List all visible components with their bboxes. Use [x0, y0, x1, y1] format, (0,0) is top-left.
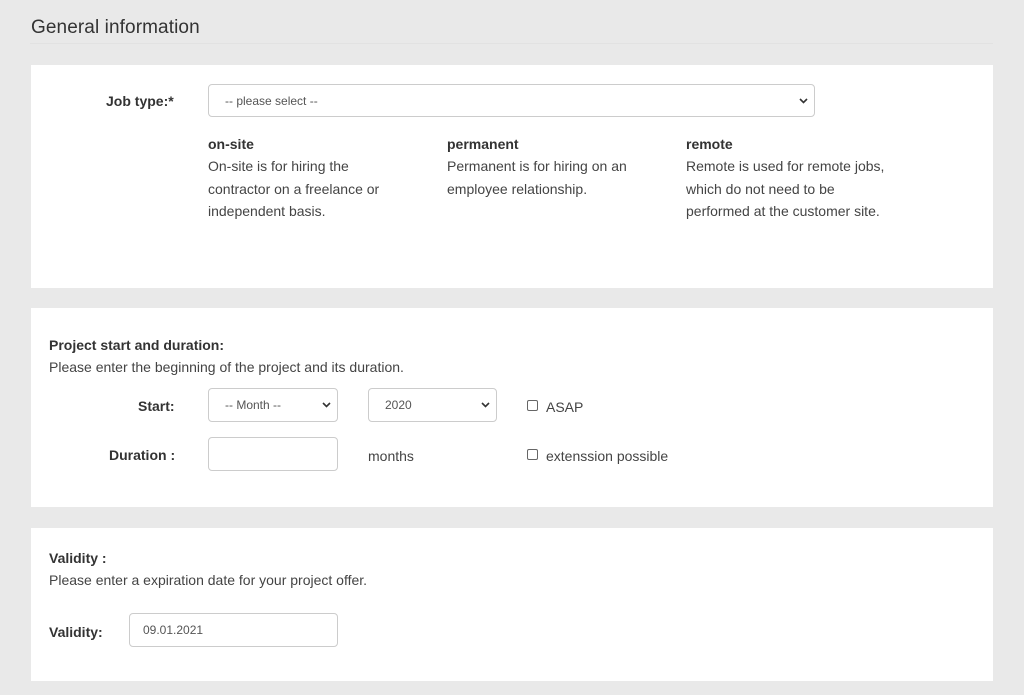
option-description: Remote is used for remote jobs, which do…	[686, 158, 885, 219]
duration-unit: months	[368, 448, 414, 464]
page-title: General information	[31, 17, 200, 38]
duration-input[interactable]	[208, 437, 338, 471]
job-type-option-onsite: on-site On-site is for hiring the contra…	[208, 133, 408, 223]
job-type-select[interactable]: -- please select --	[208, 84, 815, 117]
chevron-down-icon	[792, 85, 814, 116]
job-type-option-remote: remote Remote is used for remote jobs, w…	[686, 133, 891, 223]
option-title: permanent	[447, 136, 519, 152]
validity-heading: Validity :	[49, 550, 107, 566]
start-year-select[interactable]: 2020	[368, 388, 497, 422]
title-divider	[30, 43, 993, 44]
asap-checkbox[interactable]	[527, 400, 538, 411]
option-title: on-site	[208, 136, 254, 152]
validity-date-input[interactable]: 09.01.2021	[129, 613, 338, 647]
start-month-value: -- Month --	[225, 398, 282, 412]
extension-label: extenssion possible	[546, 448, 669, 464]
chevron-down-icon	[315, 389, 337, 421]
start-month-select[interactable]: -- Month --	[208, 388, 338, 422]
validity-label: Validity:	[49, 624, 103, 640]
option-description: On-site is for hiring the contractor on …	[208, 158, 380, 219]
job-type-option-permanent: permanent Permanent is for hiring on an …	[447, 133, 652, 200]
validity-date-value: 09.01.2021	[143, 623, 204, 637]
validity-help-text: Please enter a expiration date for your …	[49, 572, 368, 588]
option-description: Permanent is for hiring on an employee r…	[447, 158, 627, 197]
job-type-select-value: -- please select --	[225, 93, 318, 108]
duration-label: Duration :	[109, 447, 176, 463]
project-heading: Project start and duration:	[49, 337, 225, 353]
job-type-label: Job type:*	[106, 93, 174, 109]
project-help-text: Please enter the beginning of the projec…	[49, 359, 404, 375]
validity-panel: Validity : Please enter a expiration dat…	[31, 528, 993, 681]
extension-checkbox[interactable]	[527, 449, 538, 460]
chevron-down-icon	[474, 389, 496, 421]
project-start-panel: Project start and duration: Please enter…	[31, 308, 993, 507]
start-label: Start:	[138, 398, 175, 414]
start-year-value: 2020	[385, 398, 412, 412]
asap-label: ASAP	[546, 399, 584, 415]
job-type-panel: Job type:* -- please select -- on-site O…	[31, 65, 993, 288]
option-title: remote	[686, 136, 733, 152]
